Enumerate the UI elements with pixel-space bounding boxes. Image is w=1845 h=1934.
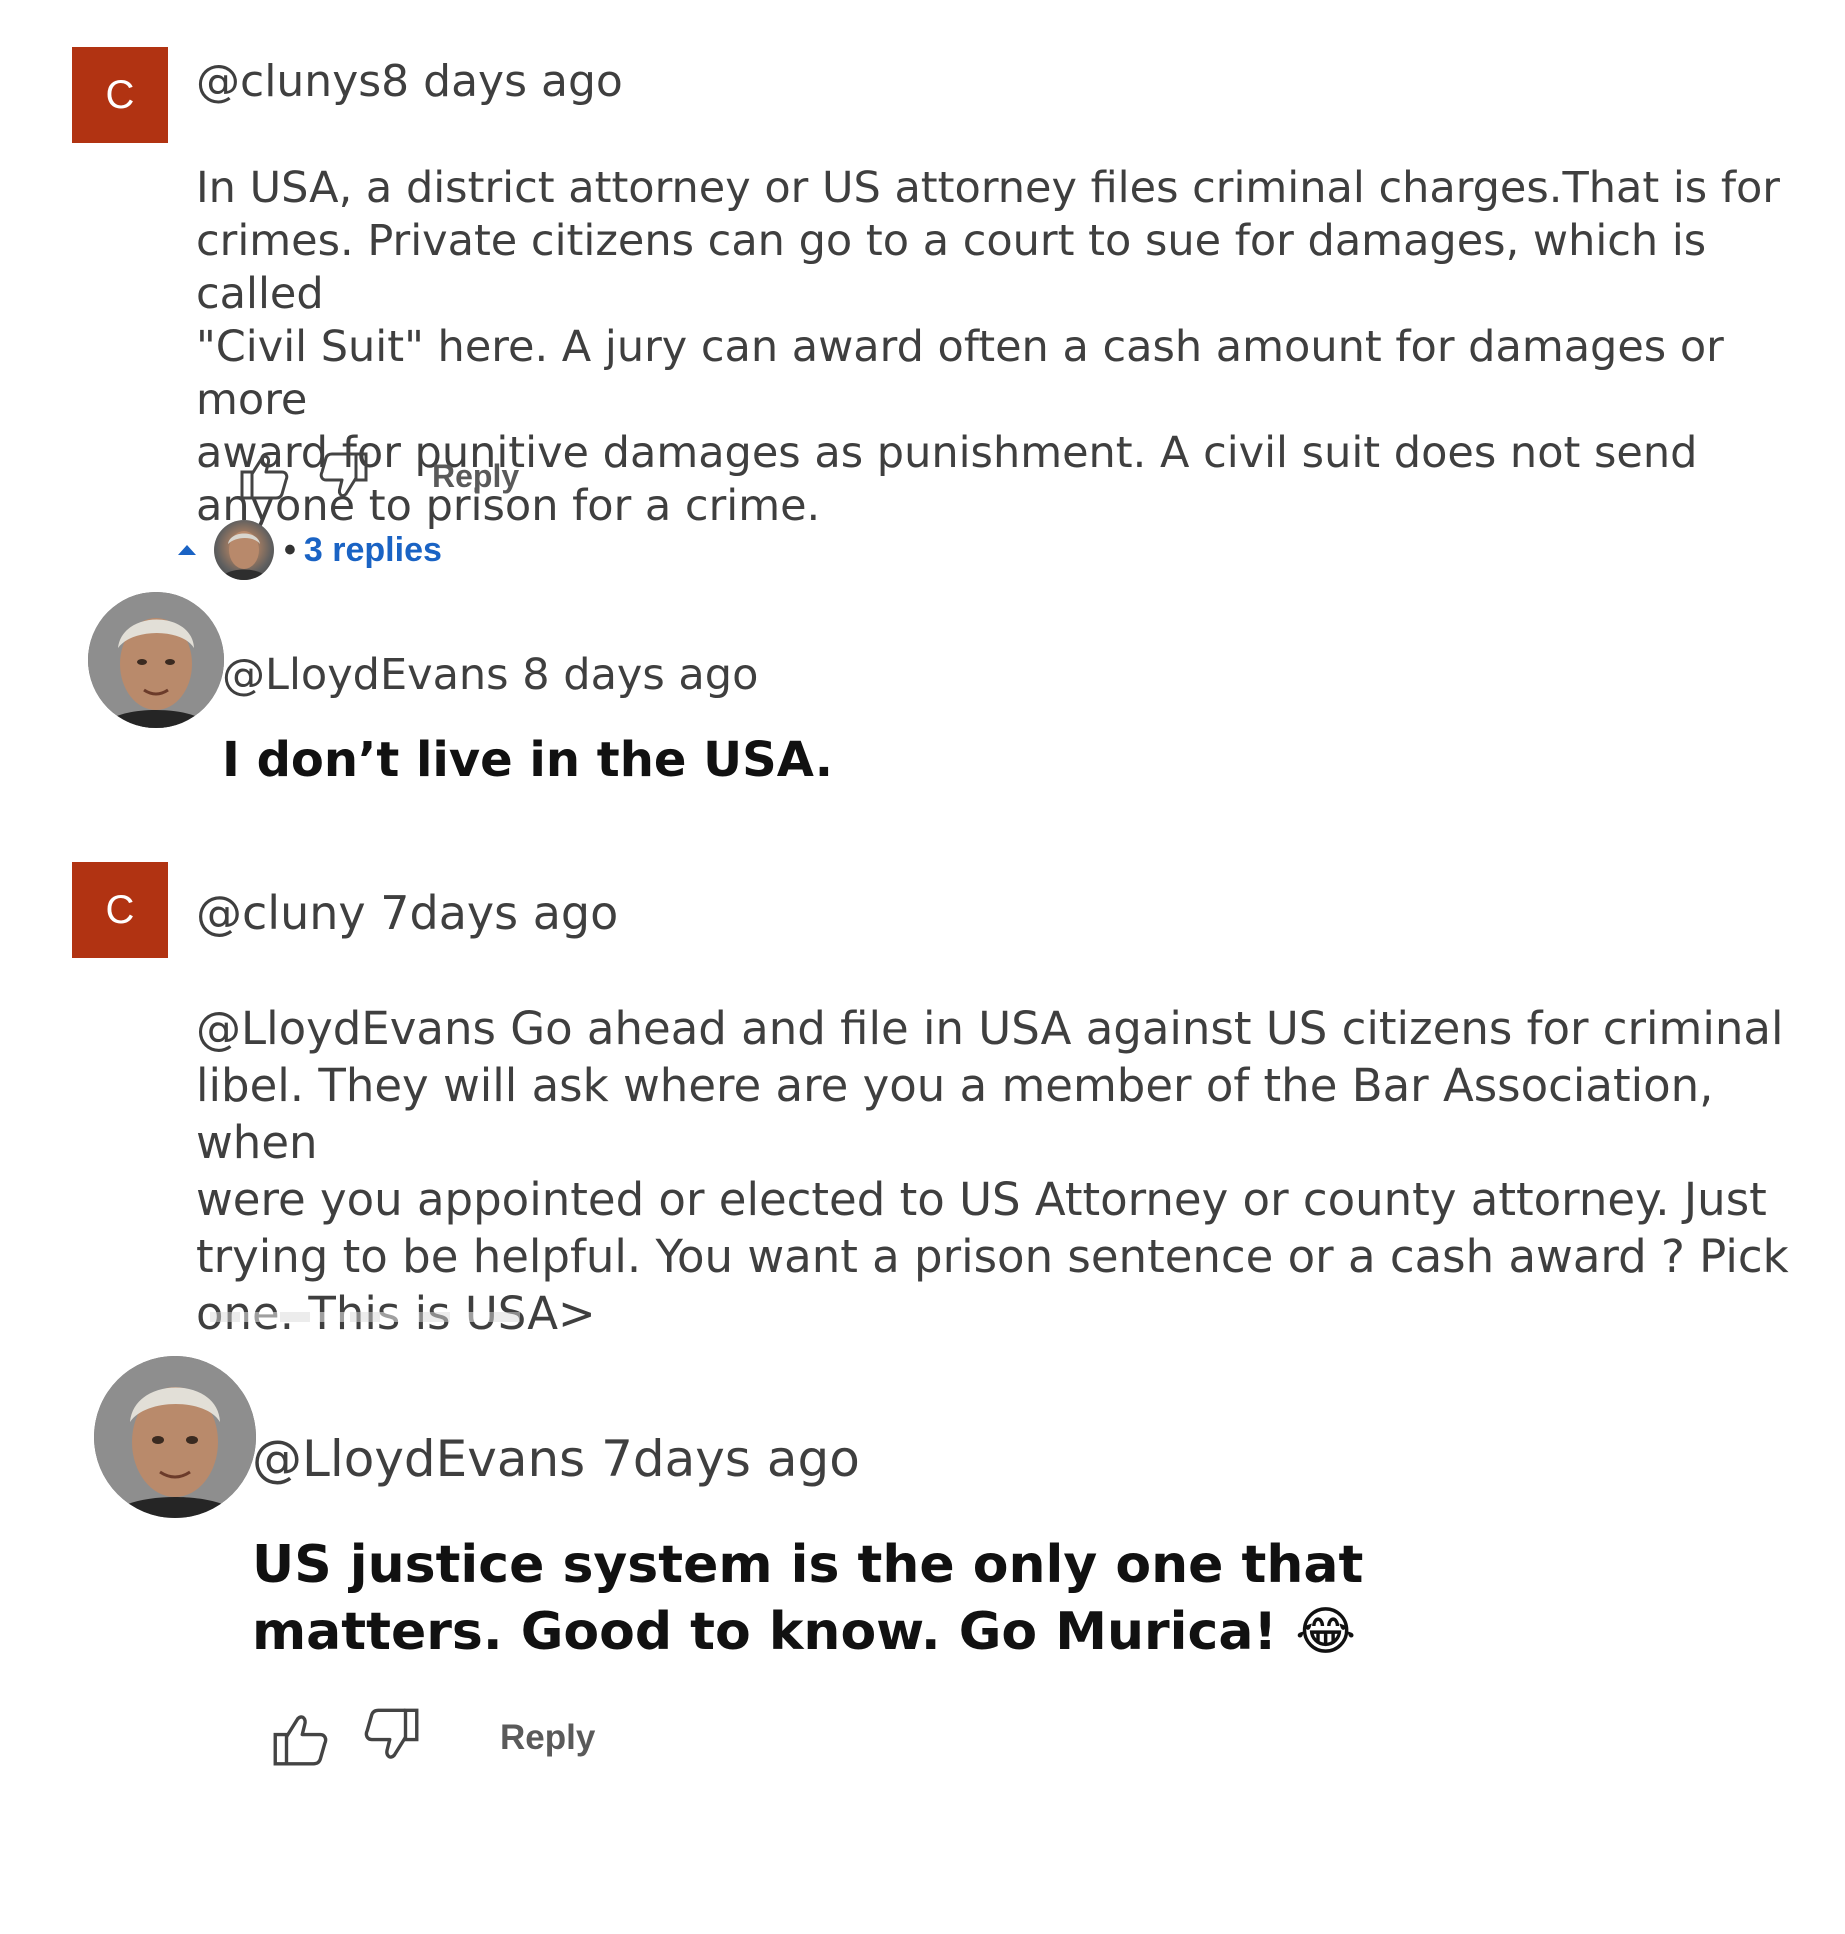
avatar[interactable]: C bbox=[72, 862, 168, 958]
thumbs-down-icon[interactable] bbox=[362, 1708, 422, 1762]
caret-up-icon bbox=[178, 545, 196, 555]
comment-author[interactable]: @cluny 7days ago bbox=[196, 886, 618, 940]
comment-text: @LloydEvans Go ahead and file in USA aga… bbox=[196, 1002, 1789, 1340]
thumbs-up-icon[interactable] bbox=[238, 452, 290, 500]
comment-author[interactable]: @LloydEvans 7days ago bbox=[252, 1430, 860, 1488]
replies-count: 3 replies bbox=[303, 530, 442, 569]
cropped-actions-row bbox=[210, 1312, 520, 1322]
view-replies-toggle[interactable]: • 3 replies bbox=[178, 520, 442, 580]
avatar[interactable]: C bbox=[72, 47, 168, 143]
reply-button[interactable]: Reply bbox=[432, 458, 519, 495]
avatar[interactable] bbox=[88, 592, 224, 728]
comment-text: US justice system is the only one that m… bbox=[252, 1535, 1364, 1662]
replier-avatar bbox=[214, 520, 274, 580]
dot-separator: • bbox=[284, 530, 296, 569]
comment-author[interactable]: @LloydEvans 8 days ago bbox=[222, 650, 758, 700]
avatar-letter: C bbox=[105, 887, 135, 932]
comment-author[interactable]: @clunys8 days ago bbox=[196, 56, 623, 107]
comment-text: I don’t live in the USA. bbox=[222, 732, 833, 788]
thumbs-down-icon[interactable] bbox=[318, 452, 370, 500]
reply-button[interactable]: Reply bbox=[500, 1718, 595, 1758]
avatar-letter: C bbox=[105, 72, 135, 117]
avatar[interactable] bbox=[94, 1356, 256, 1518]
thumbs-up-icon[interactable] bbox=[270, 1712, 330, 1766]
